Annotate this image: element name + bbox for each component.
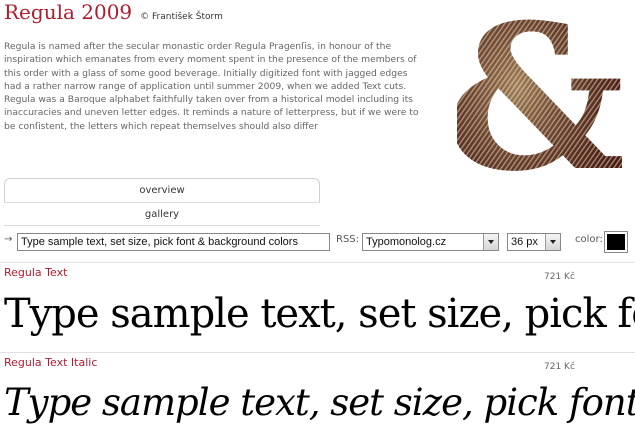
specimen-regula-text: Regula Text 721 Kč Type sample text, set… <box>0 262 635 350</box>
title-row: Regula 2009 © František Štorm <box>4 0 223 30</box>
designer-credit: © František Štorm <box>140 12 223 22</box>
sample-controls: → Type sample text, set size, pick font … <box>0 230 635 254</box>
specimen-name[interactable]: Regula Text Italic <box>4 356 97 369</box>
ampersand-glyph: & & <box>457 0 626 182</box>
specimen-name[interactable]: Regula Text <box>4 266 67 279</box>
size-select[interactable]: 36 px <box>507 233 561 251</box>
size-select-value: 36 px <box>511 236 538 248</box>
specimen-price: 721 Kč <box>544 272 575 282</box>
chevron-down-icon[interactable] <box>483 234 498 250</box>
color-swatch-fill <box>607 234 625 250</box>
tab-overview[interactable]: overview <box>4 178 320 202</box>
rss-select-value: Typomonolog.cz <box>366 236 447 248</box>
chevron-down-icon[interactable] <box>545 234 560 250</box>
specimen-regula-text-italic: Regula Text Italic 721 Kč Type sample te… <box>0 352 635 438</box>
sample-text-input[interactable]: Type sample text, set size, pick font & … <box>17 233 330 251</box>
font-title: Regula 2009 <box>4 0 133 24</box>
color-label: color: <box>575 234 603 245</box>
tab-gallery[interactable]: gallery <box>4 202 320 226</box>
tab-bar: overview gallery <box>4 178 320 226</box>
specimen-sample-text: Type sample text, set size, pick font & … <box>4 381 635 424</box>
ampersand-illustration: & & <box>457 0 635 182</box>
rss-label: RSS: <box>336 234 360 245</box>
color-picker[interactable] <box>604 231 628 253</box>
rss-select[interactable]: Typomonolog.cz <box>362 233 499 251</box>
specimen-price: 721 Kč <box>544 362 575 372</box>
specimen-sample-text: Type sample text, set size, pick font & … <box>4 291 635 337</box>
font-description: Regula is named after the secular monast… <box>4 41 419 132</box>
arrow-right-icon: → <box>4 234 13 245</box>
svg-text:&: & <box>457 0 626 182</box>
